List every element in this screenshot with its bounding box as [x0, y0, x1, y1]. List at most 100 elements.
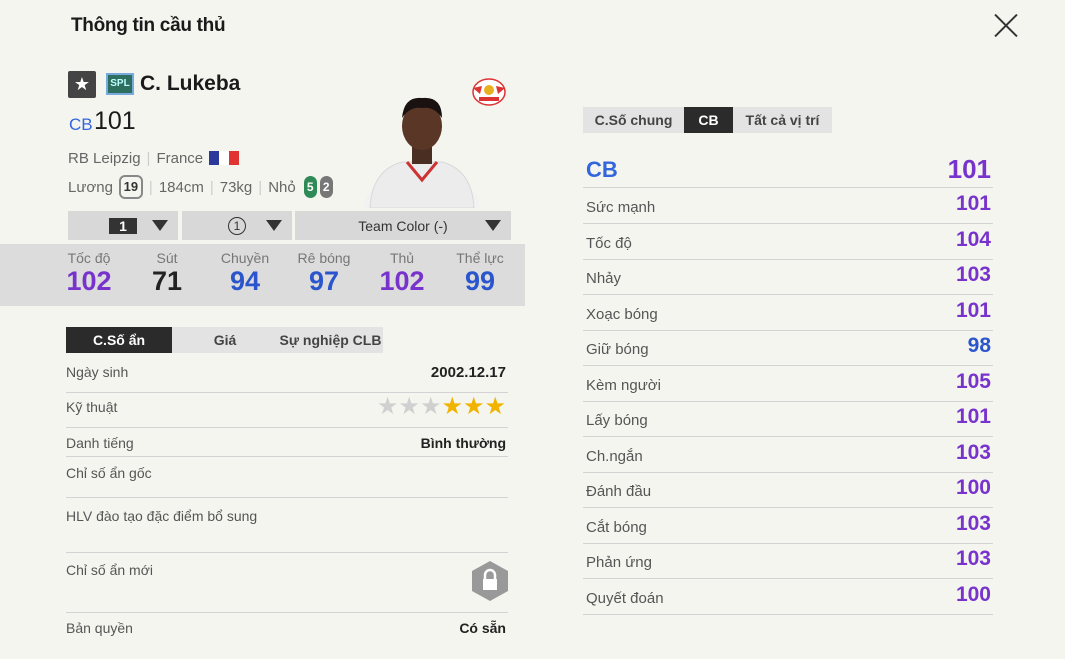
level-value: 1 — [109, 217, 137, 234]
position-ovr-label: CB — [586, 157, 618, 182]
player-photo — [364, 97, 480, 208]
attribute-label: Ch.ngắn — [586, 447, 643, 465]
hidden-new-label: Chỉ số ẩn mới — [66, 562, 153, 578]
team-color-select[interactable]: Team Color (-) — [295, 211, 511, 240]
summary-stat-value: 94 — [229, 266, 261, 296]
summary-stat-label: Thể lực — [456, 250, 504, 266]
attribute-value: 98 — [967, 334, 991, 357]
attribute-value: 101 — [955, 192, 991, 215]
tab-general-stats[interactable]: C.Số chung — [583, 107, 684, 133]
attribute-label: Quyết đoán — [586, 589, 664, 607]
attribute-row: Sức mạnh 101 — [583, 188, 993, 224]
attribute-value: 103 — [955, 511, 991, 535]
attribute-row: Phản ứng 103 — [583, 543, 993, 579]
tab-all-positions[interactable]: Tất cả vị trí — [733, 107, 832, 133]
birth-label: Ngày sinh — [66, 364, 129, 380]
close-icon[interactable] — [990, 9, 1022, 41]
summary-stat: Rê bóng 97 — [284, 250, 364, 297]
attribute-value: 100 — [955, 582, 991, 606]
grade-value: 1 — [228, 216, 246, 235]
left-foot-icon: 5 — [303, 176, 317, 198]
summary-stat-value: 71 — [151, 266, 183, 296]
attribute-row: Nhảy 103 — [583, 259, 993, 295]
right-foot-icon: 2 — [319, 176, 333, 198]
summary-stat-value: 102 — [379, 266, 425, 296]
copyright-row: Bản quyền Có sẵn — [66, 620, 508, 642]
france-flag-icon — [209, 151, 240, 165]
attribute-value: 100 — [955, 476, 991, 499]
star-icon: ★ — [484, 393, 506, 420]
player-name: C. Lukeba — [140, 72, 241, 95]
body-type: Nhỏ — [268, 178, 296, 196]
summary-stat-label: Tốc độ — [67, 250, 111, 266]
player-details-line: Lương 19 | 184cm | 73kg | Nhỏ 5 2 — [68, 175, 333, 199]
height-value: 184cm — [158, 178, 204, 196]
club-nation-line: RB Leipzig | France — [68, 150, 240, 167]
copyright-label: Bản quyền — [66, 620, 133, 636]
attribute-row: Tốc độ 104 — [583, 224, 993, 260]
attribute-row: Kèm người 105 — [583, 366, 993, 402]
birth-row: Ngày sinh 2002.12.17 — [66, 364, 508, 393]
tab-hidden-stats[interactable]: C.Số ẩn — [66, 327, 172, 353]
attribute-label: Kèm người — [586, 376, 661, 394]
summary-stat-label: Thủ — [389, 250, 415, 266]
attribute-value: 103 — [955, 440, 991, 464]
attribute-value: 105 — [955, 369, 991, 393]
skill-label: Kỹ thuật — [66, 399, 118, 415]
attribute-row: Giữ bóng 98 — [583, 330, 993, 366]
attribute-label: Phản ứng — [586, 554, 652, 571]
attribute-value: 103 — [955, 263, 991, 286]
chevron-down-icon — [485, 220, 501, 231]
star-icon: ★ — [441, 393, 463, 420]
right-tab-bar: C.Số chung CB Tất cả vị trí — [583, 107, 832, 133]
summary-stat: Chuyền 94 — [205, 250, 285, 297]
attribute-value: 103 — [955, 547, 991, 570]
attribute-label: Nhảy — [586, 270, 622, 287]
attribute-value: 101 — [955, 405, 991, 428]
club-name: RB Leipzig — [68, 150, 141, 167]
lock-icon[interactable] — [470, 560, 510, 602]
skill-stars: ★★★★★★ — [377, 395, 506, 419]
level-select[interactable]: 1 — [68, 211, 178, 240]
reputation-row: Danh tiếng Bình thường — [66, 435, 508, 457]
attribute-label: Đánh đầu — [586, 483, 652, 500]
summary-stat: Sút 71 — [127, 250, 207, 297]
season-badge: SPL — [106, 73, 134, 95]
player-position: CB — [69, 115, 93, 134]
position-ovr-row: CB 101 — [583, 152, 993, 188]
summary-stat-label: Chuyền — [220, 250, 270, 266]
coach-row: HLV đào tạo đặc điểm bổ sung — [66, 508, 508, 553]
grade-select[interactable]: 1 — [182, 211, 292, 240]
star-icon: ★ — [398, 393, 420, 420]
attribute-row: Quyết đoán 100 — [583, 579, 993, 615]
player-overall: 101 — [94, 107, 136, 135]
attribute-row: Ch.ngắn 103 — [583, 437, 993, 473]
attribute-value: 104 — [955, 227, 991, 251]
star-icon: ★ — [376, 393, 399, 420]
favorite-star-icon[interactable]: ★ — [68, 71, 96, 98]
birth-value: 2002.12.17 — [430, 364, 506, 381]
attribute-label: Cắt bóng — [586, 518, 647, 536]
attribute-row: Đánh đầu 100 — [583, 472, 993, 508]
chevron-down-icon — [152, 220, 168, 231]
hidden-orig-label: Chỉ số ẩn gốc — [66, 465, 152, 481]
nation-name: France — [156, 150, 204, 167]
tab-price[interactable]: Giá — [172, 327, 278, 353]
reputation-value: Bình thường — [420, 435, 506, 451]
star-icon: ★ — [462, 393, 485, 420]
skill-row: Kỹ thuật ★★★★★★ — [66, 395, 508, 428]
hidden-new-row: Chỉ số ẩn mới — [66, 560, 510, 613]
tab-cb[interactable]: CB — [684, 107, 733, 133]
page-title: Thông tin cầu thủ — [71, 15, 226, 36]
coach-label: HLV đào tạo đặc điểm bổ sung — [66, 508, 258, 524]
attribute-label: Sức mạnh — [586, 199, 656, 216]
star-icon: ★ — [419, 393, 442, 420]
summary-stat: Tốc độ 102 — [49, 250, 129, 297]
salary-badge: 19 — [118, 175, 143, 199]
tab-club-career[interactable]: Sự nghiệp CLB — [278, 327, 383, 353]
attribute-label: Giữ bóng — [586, 341, 649, 358]
attribute-row: Lấy bóng 101 — [583, 401, 993, 437]
attribute-row: Xoạc bóng 101 — [583, 295, 993, 331]
attribute-label: Tốc độ — [586, 234, 632, 252]
attribute-label: Lấy bóng — [586, 412, 648, 429]
